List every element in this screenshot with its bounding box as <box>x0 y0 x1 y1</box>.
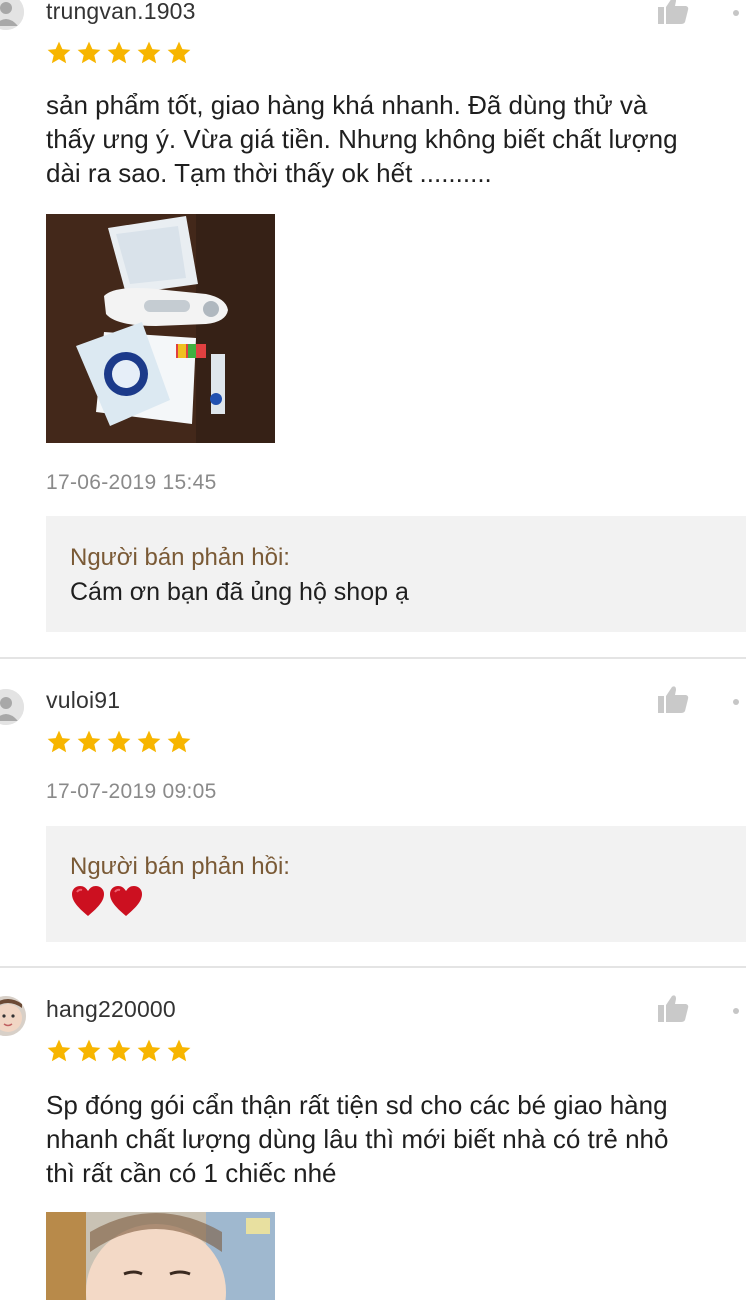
seller-reply: Người bán phản hồi: Cám ơn bạn đã ủng hộ… <box>46 516 746 632</box>
seller-reply-label: Người bán phản hồi: <box>70 544 290 571</box>
like-button[interactable] <box>656 0 690 26</box>
seller-reply-label: Người bán phản hồi: <box>70 853 290 880</box>
star-icon <box>77 1039 101 1062</box>
star-icon <box>77 730 101 753</box>
star-rating <box>46 729 192 755</box>
review-photo[interactable] <box>46 214 275 443</box>
username[interactable]: hang220000 <box>46 996 176 1023</box>
star-icon <box>137 41 161 64</box>
heart-icon <box>72 886 104 916</box>
star-icon <box>167 730 191 753</box>
review-item: vuloi91 17-07-2019 09:05 Người bán phản … <box>0 659 746 967</box>
thumbs-up-icon <box>658 995 689 1022</box>
like-button[interactable] <box>656 994 690 1024</box>
star-icon <box>77 41 101 64</box>
dot-icon <box>733 10 739 16</box>
star-icon <box>167 1039 191 1062</box>
username[interactable]: trungvan.1903 <box>46 0 196 25</box>
seller-reply: Người bán phản hồi: <box>46 826 746 942</box>
heart-icon <box>110 886 142 916</box>
avatar[interactable] <box>0 0 24 30</box>
star-icon <box>107 41 131 64</box>
user-icon <box>0 0 24 30</box>
review-photo[interactable] <box>46 1212 275 1300</box>
seller-reply-text: Cám ơn bạn đã ủng hộ shop ạ <box>70 578 409 606</box>
more-options-button[interactable] <box>728 1003 744 1019</box>
review-timestamp: 17-06-2019 15:45 <box>46 471 217 494</box>
review-comment: Sp đóng gói cẩn thận rất tiện sd cho các… <box>46 1088 746 1190</box>
baby-avatar-icon <box>0 996 26 1036</box>
comment-line: thấy ưng ý. Vừa giá tiền. Nhưng không bi… <box>46 124 678 154</box>
dot-icon <box>733 1008 739 1014</box>
comment-line: Sp đóng gói cẩn thận rất tiện sd cho các… <box>46 1090 668 1120</box>
star-icon <box>47 1039 71 1062</box>
review-comment: sản phẩm tốt, giao hàng khá nhanh. Đã dù… <box>46 88 746 190</box>
review-item: hang220000 Sp đóng gói cẩn thận rất tiện… <box>0 968 746 1300</box>
star-icon <box>107 730 131 753</box>
star-icon <box>107 1039 131 1062</box>
thumbs-up-icon <box>658 686 689 713</box>
seller-reply-hearts <box>70 884 146 925</box>
star-icon <box>167 41 191 64</box>
avatar[interactable] <box>0 996 26 1036</box>
review-item: trungvan.1903 sản phẩm tốt, giao hàng kh… <box>0 0 746 658</box>
star-icon <box>137 730 161 753</box>
comment-line: dài ra sao. Tạm thời thấy ok hết .......… <box>46 158 492 188</box>
baby-photo <box>46 1212 275 1300</box>
star-rating <box>46 40 192 66</box>
user-icon <box>0 689 24 725</box>
reviews-page: trungvan.1903 sản phẩm tốt, giao hàng kh… <box>0 0 746 1300</box>
avatar[interactable] <box>0 689 24 725</box>
comment-line: nhanh chất lượng dùng lâu thì mới biết n… <box>46 1124 669 1154</box>
thermometer-product-photo <box>46 214 275 443</box>
more-options-button[interactable] <box>728 694 744 710</box>
username[interactable]: vuloi91 <box>46 687 120 714</box>
review-timestamp: 17-07-2019 09:05 <box>46 780 217 803</box>
comment-line: thì rất cần có 1 chiếc nhé <box>46 1158 337 1188</box>
star-icon <box>47 730 71 753</box>
more-options-button[interactable] <box>728 5 744 21</box>
comment-line: sản phẩm tốt, giao hàng khá nhanh. Đã dù… <box>46 90 648 120</box>
star-icon <box>137 1039 161 1062</box>
thumbs-up-icon <box>658 0 689 24</box>
star-icon <box>47 41 71 64</box>
like-button[interactable] <box>656 685 690 715</box>
dot-icon <box>733 699 739 705</box>
star-rating <box>46 1038 192 1064</box>
